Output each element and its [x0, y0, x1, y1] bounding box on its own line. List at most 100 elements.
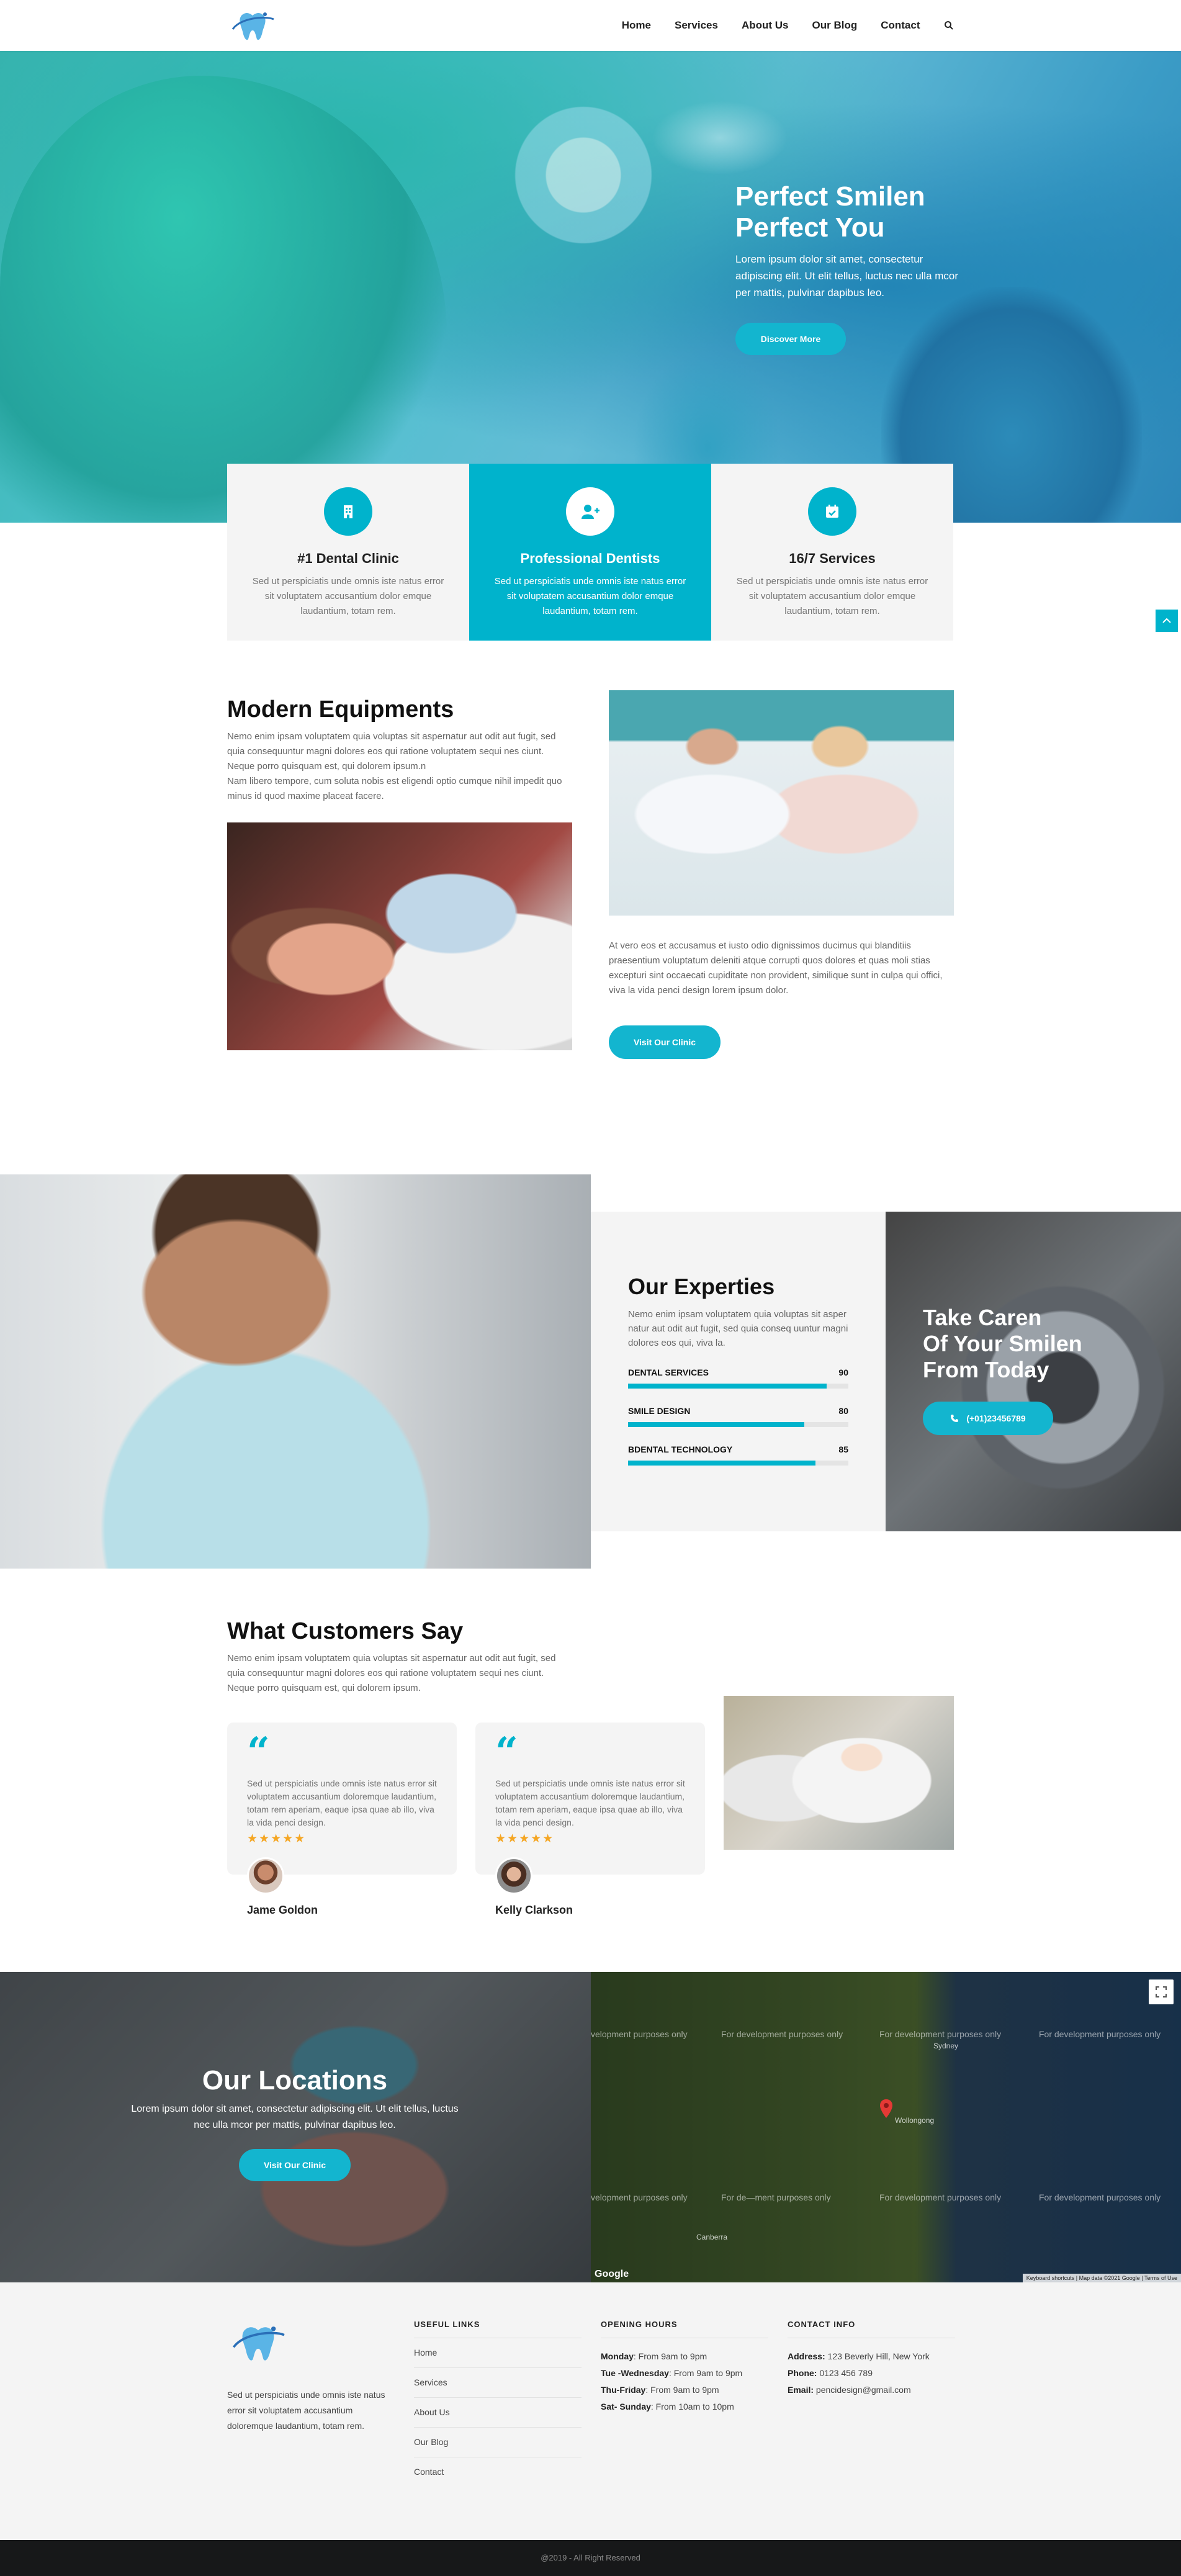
avatar	[247, 1857, 284, 1894]
map-watermark: For development purposes only	[879, 2029, 1002, 2039]
map-watermark: For development purposes only	[721, 2029, 843, 2039]
image-smiling-man	[0, 1174, 591, 1569]
feature-text: Sed ut perspiciatis unde omnis iste natu…	[494, 576, 686, 616]
discover-more-button[interactable]: Discover More	[735, 323, 846, 355]
locations-section: Our Locations Lorem ipsum dolor sit amet…	[0, 1972, 1181, 2282]
hours-day: Sat- Sunday	[601, 2402, 651, 2412]
visit-clinic-button[interactable]: Visit Our Clinic	[609, 1025, 721, 1059]
hero-text: Lorem ipsum dolor sit amet, consectetur …	[735, 253, 959, 299]
feature-text: Sed ut perspiciatis unde omnis iste natu…	[736, 576, 928, 616]
skill-value: 80	[838, 1406, 848, 1416]
star-rating: ★★★★★	[495, 1832, 555, 1845]
skill-track	[628, 1384, 848, 1389]
skill-bar: BDENTAL TECHNOLOGY 85	[628, 1444, 848, 1466]
scroll-to-top-button[interactable]	[1156, 610, 1178, 632]
user-plus-icon	[566, 487, 614, 536]
testimonials-section: What Customers Say Nemo enim ipsam volup…	[0, 1569, 1181, 1972]
footer-heading: CONTACT INFO	[788, 2320, 955, 2338]
footer-heading: USEFUL LINKS	[414, 2320, 582, 2338]
hours-row: Sat- Sunday: From 10am to 10pm	[601, 2398, 768, 2415]
testimonial-card: “ Sed ut perspiciatis unde omnis iste na…	[227, 1723, 457, 1875]
phone-number: (+01)23456789	[966, 1413, 1026, 1423]
skill-label: SMILE DESIGN	[628, 1406, 691, 1416]
footer-about: Sed ut perspiciatis unde omnis iste natu…	[227, 2320, 395, 2434]
testimonial-name: Kelly Clarkson	[495, 1904, 573, 1916]
hero-image-surgical-lamp	[496, 88, 670, 262]
feature-title: #1 Dental Clinic	[297, 551, 399, 566]
visit-clinic-button-2[interactable]: Visit Our Clinic	[239, 2149, 351, 2181]
skill-fill	[628, 1384, 827, 1389]
hero-title-line2: Perfect You	[735, 212, 885, 243]
map-watermark: velopment purposes only	[591, 2192, 688, 2202]
skill-fill	[628, 1422, 804, 1427]
feature-title: 16/7 Services	[789, 551, 876, 566]
footer-about-text: Sed ut perspiciatis unde omnis iste natu…	[227, 2390, 385, 2431]
hours-row: Thu-Friday: From 9am to 9pm	[601, 2382, 768, 2398]
footer-link-our-blog[interactable]: Our Blog	[414, 2428, 582, 2457]
hours-day: Tue -Wednesday	[601, 2368, 669, 2378]
contact-row[interactable]: Email: pencidesign@gmail.com	[788, 2382, 955, 2398]
skill-track	[628, 1461, 848, 1466]
hours-row: Monday: From 9am to 9pm	[601, 2348, 768, 2365]
nav-home[interactable]: Home	[622, 19, 651, 32]
hours-day: Thu-Friday	[601, 2385, 646, 2395]
locations-text: Lorem ipsum dolor sit amet, consectetur …	[131, 2104, 459, 2130]
star-rating: ★★★★★	[247, 1832, 307, 1845]
quote-icon: “	[247, 1729, 270, 1775]
footer-opening-hours: OPENING HOURS Monday: From 9am to 9pm Tu…	[601, 2320, 768, 2415]
hero-image-light	[652, 101, 788, 175]
map-watermark: For development purposes only	[879, 2192, 1002, 2202]
hero-title: Perfect Smilen Perfect You	[735, 181, 971, 243]
contact-label: Email:	[788, 2385, 814, 2395]
cta-line2: Of Your Smilen	[923, 1331, 1082, 1356]
hero-section: Perfect Smilen Perfect You Lorem ipsum do…	[0, 51, 1181, 523]
feature-services: 16/7 Services Sed ut perspiciatis unde o…	[711, 464, 953, 641]
image-dental-machine: Take Caren Of Your Smilen From Today (+01)…	[886, 1212, 1181, 1531]
nav-about-us[interactable]: About Us	[742, 19, 789, 32]
expertise-section: Our Experties Nemo enim ipsam voluptatem…	[0, 1174, 1181, 1569]
image-dentist-high-five	[609, 690, 954, 916]
site-header: Home Services About Us Our Blog Contact	[0, 0, 1181, 51]
equipment-section: Modern Equipments Nemo enim ipsam volupt…	[0, 690, 1181, 1174]
features-section: #1 Dental Clinic Sed ut perspiciatis und…	[0, 464, 1181, 696]
skill-fill	[628, 1461, 815, 1466]
tooth-logo-icon[interactable]	[228, 7, 277, 44]
nav-our-blog[interactable]: Our Blog	[812, 19, 858, 32]
skill-bar: SMILE DESIGN 80	[628, 1406, 848, 1427]
chevron-up-icon	[1162, 618, 1171, 623]
map-label-canberra: Canberra	[696, 2233, 728, 2241]
testimonial-card: “ Sed ut perspiciatis unde omnis iste na…	[475, 1723, 705, 1875]
image-dentist-patient	[227, 822, 572, 1050]
footer-link-home[interactable]: Home	[414, 2338, 582, 2368]
quote-icon: “	[495, 1729, 518, 1775]
site-footer: Sed ut perspiciatis unde omnis iste natu…	[0, 2282, 1181, 2540]
map-pin-icon[interactable]	[879, 2099, 893, 2118]
feature-title: Professional Dentists	[520, 551, 660, 566]
nav-services[interactable]: Services	[675, 19, 718, 32]
skill-label: DENTAL SERVICES	[628, 1367, 709, 1377]
tooth-logo-icon[interactable]	[227, 2320, 289, 2366]
map-fullscreen-button[interactable]	[1149, 1979, 1174, 2004]
equipment-right-text: At vero eos et accusamus et iusto odio d…	[609, 940, 943, 996]
google-map[interactable]: velopment purposes only For development …	[591, 1972, 1181, 2282]
contact-value: pencidesign@gmail.com	[814, 2385, 911, 2395]
contact-label: Phone:	[788, 2368, 817, 2378]
contact-label: Address:	[788, 2351, 825, 2361]
expertise-text: Nemo enim ipsam voluptatem quia voluptas…	[628, 1309, 848, 1348]
testimonial-text: Sed ut perspiciatis unde omnis iste natu…	[495, 1778, 685, 1827]
nav-contact[interactable]: Contact	[881, 19, 920, 32]
map-watermark: For development purposes only	[1039, 2029, 1161, 2039]
contact-row: Address: 123 Beverly Hill, New York	[788, 2348, 955, 2365]
footer-link-contact[interactable]: Contact	[414, 2457, 582, 2487]
fullscreen-icon	[1156, 1986, 1167, 1997]
hours-time: : From 10am to 10pm	[650, 2402, 734, 2412]
cta-title: Take Caren Of Your Smilen From Today	[923, 1305, 1082, 1383]
calendar-icon	[808, 487, 856, 536]
hours-row: Tue -Wednesday: From 9am to 9pm	[601, 2365, 768, 2382]
map-label-sydney: Sydney	[933, 2042, 959, 2050]
search-icon[interactable]	[944, 20, 954, 30]
expertise-box: Our Experties Nemo enim ipsam voluptatem…	[591, 1212, 886, 1531]
footer-link-services[interactable]: Services	[414, 2368, 582, 2398]
phone-button[interactable]: (+01)23456789	[923, 1402, 1053, 1435]
footer-link-about-us[interactable]: About Us	[414, 2398, 582, 2428]
